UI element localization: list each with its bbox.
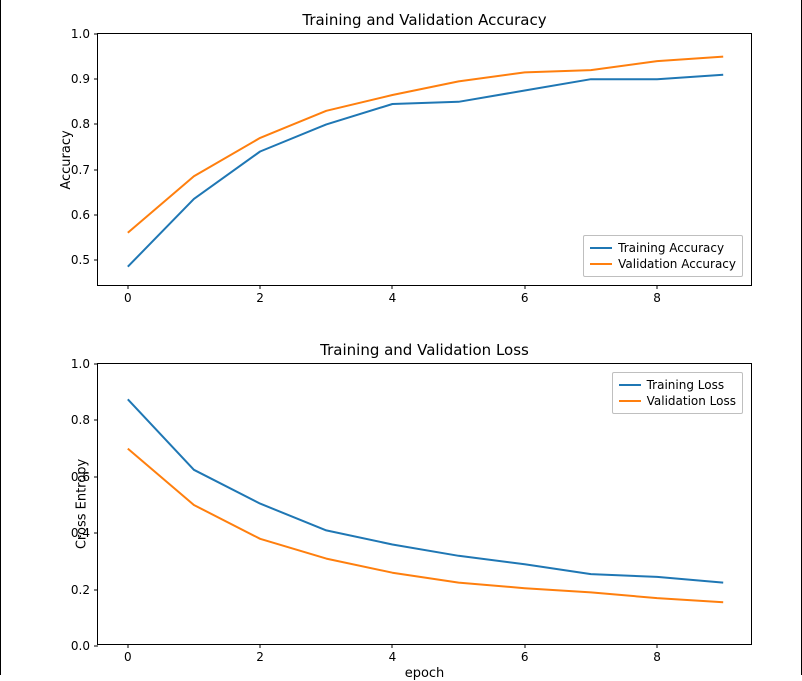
- plot-area: 0.50.60.70.80.91.0 02468 Training Accura…: [97, 33, 752, 286]
- y-tick-label: 1.0: [71, 357, 90, 371]
- legend-item-validation-accuracy: Validation Accuracy: [590, 256, 736, 272]
- legend-item-training-accuracy: Training Accuracy: [590, 240, 736, 256]
- y-tick-label: 0.6: [71, 470, 90, 484]
- y-tick-label: 1.0: [71, 27, 90, 41]
- y-tick-label: 0.0: [71, 639, 90, 653]
- accuracy-subplot: Training and Validation Accuracy Accurac…: [97, 33, 752, 286]
- y-tick-label: 0.7: [71, 163, 90, 177]
- chart-title: Training and Validation Loss: [97, 341, 752, 359]
- x-tick-label: 2: [256, 291, 264, 305]
- legend-label: Training Accuracy: [618, 240, 724, 256]
- y-tick-label: 0.2: [71, 583, 90, 597]
- x-tick-label: 0: [124, 650, 132, 664]
- data-line: [128, 449, 723, 603]
- legend-item-validation-loss: Validation Loss: [619, 393, 736, 409]
- x-tick-label: 8: [653, 650, 661, 664]
- data-line: [128, 399, 723, 582]
- data-line: [128, 57, 723, 233]
- line-swatch-icon: [590, 263, 612, 265]
- line-swatch-icon: [619, 384, 641, 386]
- y-tick-label: 0.4: [71, 526, 90, 540]
- x-tick-label: 6: [521, 650, 529, 664]
- plot-area: 0.00.20.40.60.81.0 02468 Training Loss V…: [97, 363, 752, 645]
- y-tick-label: 0.8: [71, 413, 90, 427]
- x-axis-label: epoch: [97, 666, 752, 681]
- y-tick-label: 0.6: [71, 208, 90, 222]
- x-tick-label: 4: [389, 291, 397, 305]
- y-tick-label: 0.8: [71, 117, 90, 131]
- y-axis-label: Accuracy: [59, 130, 74, 189]
- chart-title: Training and Validation Accuracy: [97, 11, 752, 29]
- x-tick-label: 4: [389, 650, 397, 664]
- legend: Training Accuracy Validation Accuracy: [583, 235, 743, 277]
- legend-label: Validation Accuracy: [618, 256, 736, 272]
- y-tick-label: 0.5: [71, 253, 90, 267]
- line-swatch-icon: [619, 400, 641, 402]
- figure: Training and Validation Accuracy Accurac…: [0, 0, 802, 675]
- x-tick-label: 2: [256, 650, 264, 664]
- legend-label: Training Loss: [647, 377, 724, 393]
- loss-subplot: Training and Validation Loss Cross Entro…: [97, 363, 752, 645]
- legend: Training Loss Validation Loss: [612, 372, 743, 414]
- x-tick-label: 6: [521, 291, 529, 305]
- legend-item-training-loss: Training Loss: [619, 377, 736, 393]
- y-tick-label: 0.9: [71, 72, 90, 86]
- line-swatch-icon: [590, 247, 612, 249]
- legend-label: Validation Loss: [647, 393, 736, 409]
- x-tick-label: 8: [653, 291, 661, 305]
- x-tick-label: 0: [124, 291, 132, 305]
